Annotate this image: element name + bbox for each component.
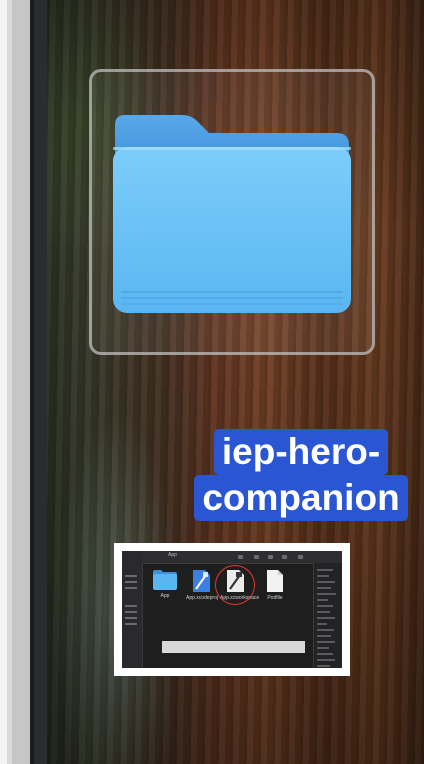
- panel-line: [317, 647, 329, 649]
- toolbar-button: [254, 555, 259, 559]
- panel-line: [317, 665, 330, 667]
- red-highlight-circle: [215, 565, 255, 605]
- sidebar-line: [125, 575, 137, 577]
- xcodeproj-icon: [193, 570, 210, 592]
- sidebar-line: [125, 617, 137, 619]
- panel-line: [317, 653, 333, 655]
- toolbar-button: [238, 555, 243, 559]
- thumbnail-inspector-panel: [313, 563, 342, 668]
- sidebar-line: [125, 587, 137, 589]
- sidebar-line: [125, 581, 137, 583]
- thumbnail-window-title: App: [168, 552, 177, 558]
- panel-line: [317, 617, 335, 619]
- thumbnail-toolbar: App: [142, 551, 342, 564]
- background-window-edge[interactable]: [0, 0, 48, 764]
- panel-line: [317, 569, 333, 571]
- folder-name-line: iep-hero-: [213, 429, 389, 475]
- panel-line: [317, 629, 334, 631]
- file-name: App: [160, 593, 170, 599]
- thumbnail-finder-window: App App App.xcodeproj App.xcworkspace Po…: [122, 551, 342, 668]
- document-icon: [267, 570, 283, 592]
- thumbnail-file-item: App.xcodeproj: [186, 569, 218, 601]
- screenshot-thumbnail[interactable]: App App App.xcodeproj App.xcworkspace Po…: [114, 543, 350, 676]
- file-name: Podfile: [267, 595, 283, 601]
- thumbnail-sidebar: [122, 551, 143, 668]
- folder-icon[interactable]: [111, 113, 353, 313]
- panel-line: [317, 659, 335, 661]
- panel-line: [317, 575, 329, 577]
- folder-name-label[interactable]: iep-hero- companion: [69, 429, 424, 521]
- sidebar-line: [125, 611, 137, 613]
- panel-line: [317, 587, 331, 589]
- panel-line: [317, 635, 331, 637]
- panel-line: [317, 641, 335, 643]
- thumbnail-file-item: Podfile: [260, 569, 290, 601]
- panel-line: [317, 581, 335, 583]
- panel-line: [317, 599, 328, 601]
- toolbar-button: [298, 555, 303, 559]
- toolbar-button: [268, 555, 273, 559]
- panel-line: [317, 593, 336, 595]
- thumbnail-file-item: App: [150, 569, 180, 599]
- folder-icon: [153, 570, 177, 590]
- window-edge-stripe: [12, 0, 30, 764]
- panel-line: [317, 611, 330, 613]
- sidebar-line: [125, 605, 137, 607]
- panel-line: [317, 623, 327, 625]
- thumbnail-status-bar: [162, 641, 305, 653]
- window-edge-stripe: [0, 0, 7, 764]
- folder-name-line: companion: [194, 475, 408, 521]
- sidebar-line: [125, 623, 137, 625]
- panel-line: [317, 605, 333, 607]
- toolbar-button: [282, 555, 287, 559]
- window-edge-stripe: [34, 0, 48, 764]
- file-name: App.xcodeproj: [186, 595, 218, 601]
- desktop-folder-item[interactable]: iep-hero- companion: [89, 69, 408, 521]
